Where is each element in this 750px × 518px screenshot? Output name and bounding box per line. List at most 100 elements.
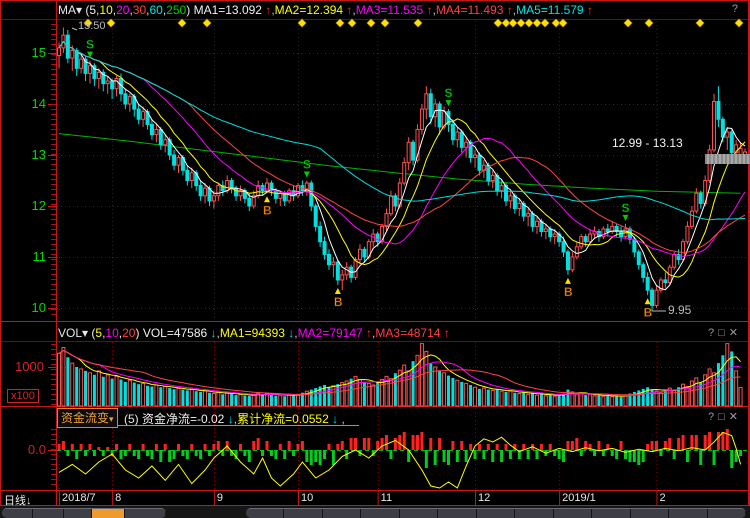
volume-bar — [142, 383, 145, 406]
indicator-dropdown[interactable]: MA▾ — [58, 3, 85, 17]
y-axis-label: 14 — [6, 96, 46, 111]
flow-bar — [465, 450, 468, 462]
maximize-icon[interactable]: □ — [718, 411, 729, 423]
candle-body — [589, 234, 592, 242]
param-paren: ) — [135, 326, 142, 340]
toolbar-segment[interactable] — [33, 509, 64, 518]
volume-bar — [664, 390, 667, 406]
maximize-icon[interactable]: □ — [718, 327, 729, 339]
scrollbar-segment[interactable] — [400, 509, 438, 518]
event-diamond-marker[interactable] — [541, 19, 549, 27]
volume-bar — [686, 387, 689, 407]
scrollbar-segment[interactable] — [708, 509, 746, 518]
scrollbar-segment[interactable] — [438, 509, 476, 518]
flow-bar — [155, 444, 158, 450]
flow-bar — [341, 441, 344, 450]
close-icon[interactable]: ✕ — [729, 327, 742, 339]
scrollbar-segment[interactable] — [246, 509, 284, 518]
candle-body — [389, 196, 392, 214]
param-group: (5) — [124, 412, 142, 426]
scrollbar-segment[interactable] — [515, 509, 553, 518]
candle-body — [137, 109, 140, 119]
candle-body — [566, 252, 569, 270]
event-diamond-marker[interactable] — [645, 19, 653, 27]
flow-bar — [62, 441, 65, 450]
scrollbar-segment[interactable] — [592, 509, 630, 518]
toolbar-scrollbar[interactable] — [246, 508, 746, 518]
volume-bar — [208, 393, 211, 406]
param-value: 60 — [150, 3, 163, 17]
event-diamond-marker[interactable] — [381, 19, 389, 27]
candle-body — [474, 155, 477, 158]
volume-bar — [288, 394, 291, 406]
candle-body — [279, 193, 282, 198]
indicator-value: MA1=13.092 — [194, 3, 262, 17]
vol-window-icons: ?□✕ — [708, 326, 742, 339]
volume-bar — [465, 383, 468, 406]
buy-signal-arrow-icon — [645, 298, 651, 304]
flow-indicator-dropdown[interactable]: 资金流变▾ — [57, 408, 118, 428]
flow-bar — [212, 444, 215, 450]
candle-body — [465, 142, 468, 147]
event-diamond-marker[interactable] — [336, 19, 344, 27]
volume-bar — [505, 392, 508, 406]
event-diamond-marker[interactable] — [624, 19, 632, 27]
flow-bar — [314, 450, 317, 462]
scrollbar-segment[interactable] — [361, 509, 399, 518]
event-diamond-marker[interactable] — [107, 19, 115, 27]
event-diamond-marker[interactable] — [525, 19, 533, 27]
candle-body — [345, 267, 348, 275]
candle-body — [695, 193, 698, 211]
flow-bar — [615, 450, 618, 459]
scrollbar-segment[interactable] — [323, 509, 361, 518]
candle-body — [429, 94, 432, 117]
chart-canvas[interactable]: SBSBSBSB — [0, 0, 750, 518]
volume-bar — [620, 397, 623, 406]
flow-bar — [597, 441, 600, 450]
event-diamond-marker[interactable] — [367, 19, 375, 27]
event-diamond-marker[interactable] — [178, 19, 186, 27]
event-diamond-marker[interactable] — [509, 19, 517, 27]
help-icon[interactable]: ? — [732, 3, 742, 15]
volume-bar — [513, 393, 516, 406]
event-diamond-marker[interactable] — [735, 19, 743, 27]
event-diamond-marker[interactable] — [696, 19, 704, 27]
event-diamond-marker[interactable] — [298, 19, 306, 27]
candle-body — [686, 226, 689, 241]
toolbar-segment[interactable] — [2, 509, 33, 518]
scrollbar-segment[interactable] — [631, 509, 669, 518]
flow-bar — [177, 444, 180, 450]
indicator-value: 资金净流=-0.02 — [142, 412, 224, 426]
volume-bar — [173, 389, 176, 406]
volume-bar — [186, 390, 189, 406]
candle-body — [655, 290, 658, 305]
scrollbar-segment[interactable] — [669, 509, 707, 518]
event-diamond-marker[interactable] — [414, 19, 422, 27]
toolbar-segment-active[interactable] — [92, 509, 125, 518]
event-diamond-marker[interactable] — [533, 19, 541, 27]
scrollbar-segment[interactable] — [554, 509, 592, 518]
event-diamond-marker[interactable] — [494, 19, 502, 27]
candle-body — [717, 101, 720, 119]
y-axis-label: 15 — [6, 45, 46, 60]
event-diamond-marker[interactable] — [203, 19, 211, 27]
flow-bar — [584, 441, 587, 450]
scrollbar-segment[interactable] — [284, 509, 322, 518]
volume-bar — [535, 395, 538, 406]
help-icon[interactable]: ? — [708, 411, 718, 423]
close-icon[interactable]: ✕ — [729, 411, 742, 423]
volume-bar — [88, 373, 91, 406]
scrollbar-segment[interactable] — [477, 509, 515, 518]
indicator-dropdown[interactable]: VOL▾ — [58, 326, 91, 340]
event-diamond-marker[interactable] — [517, 19, 525, 27]
candle-body — [155, 130, 158, 135]
toolbar-segment[interactable] — [64, 509, 93, 518]
sell-signal-arrow-icon — [445, 100, 451, 106]
volume-bar — [195, 391, 198, 406]
event-diamond-marker[interactable] — [348, 19, 356, 27]
volume-bar — [451, 378, 454, 406]
toolbar-left-group — [2, 508, 166, 518]
flow-bar — [195, 450, 198, 456]
help-icon[interactable]: ? — [708, 327, 718, 339]
toolbar-segment[interactable] — [125, 509, 166, 518]
